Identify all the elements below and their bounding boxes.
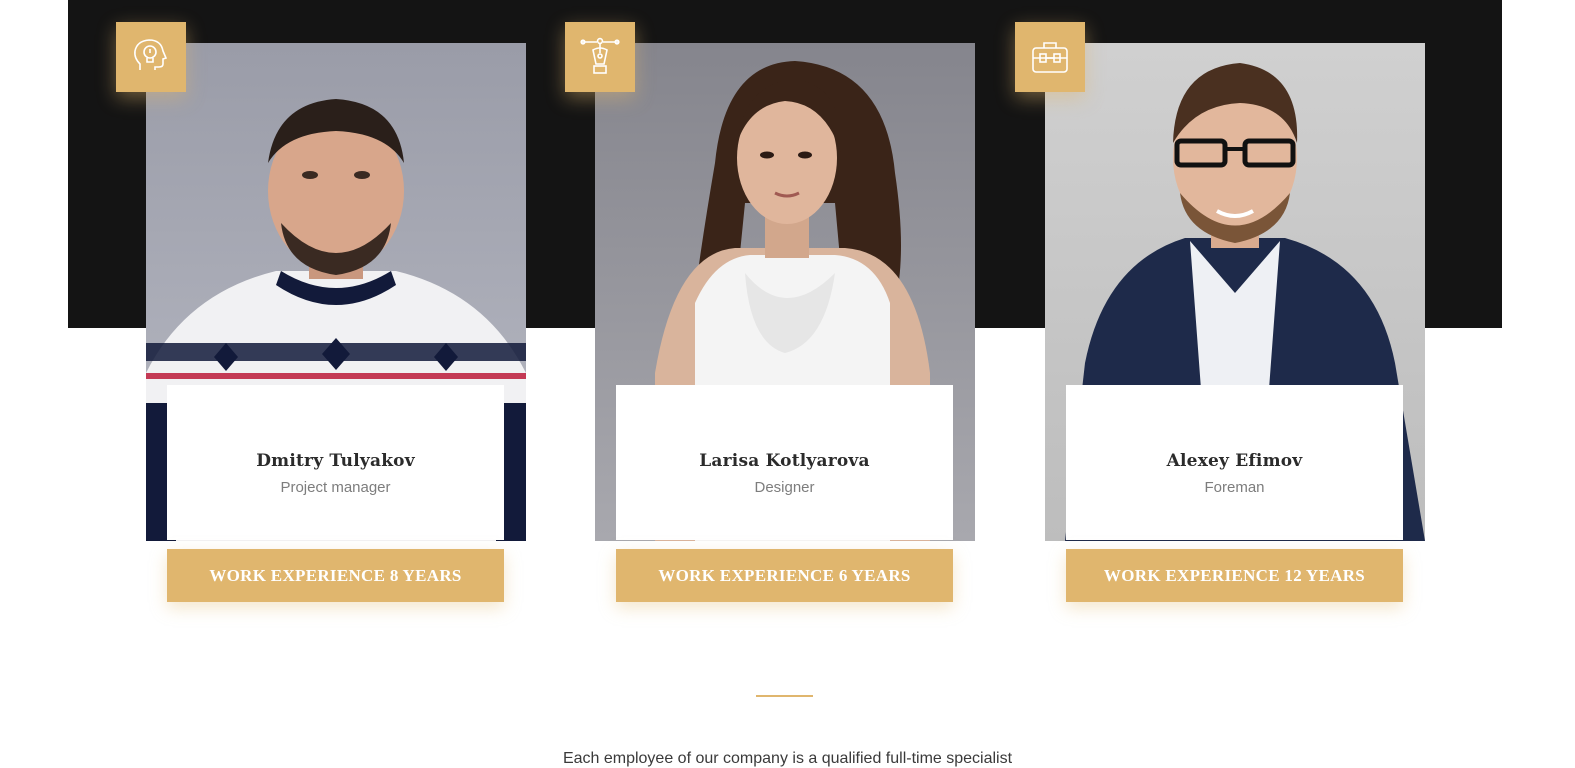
idea-head-icon [116, 22, 186, 92]
member-role: Foreman [1204, 479, 1265, 496]
member-name: Alexey Efimov [1166, 451, 1303, 471]
section-divider [756, 695, 813, 697]
team-info-panel: Alexey Efimov Foreman [1066, 385, 1403, 540]
team-card-dmitry: Dmitry Tulyakov Project manager WORK EXP… [116, 0, 526, 610]
team-info-panel: Dmitry Tulyakov Project manager [167, 385, 504, 540]
experience-button[interactable]: WORK EXPERIENCE 8 YEARS [167, 549, 504, 602]
pen-tool-icon [565, 22, 635, 92]
experience-button[interactable]: WORK EXPERIENCE 6 YEARS [616, 549, 953, 602]
section-description: Each employee of our company is a qualif… [562, 750, 1013, 767]
member-name: Dmitry Tulyakov [256, 451, 415, 471]
team-card-alexey: Alexey Efimov Foreman WORK EXPERIENCE 12… [1015, 0, 1425, 610]
team-info-panel: Larisa Kotlyarova Designer [616, 385, 953, 540]
team-card-larisa: Larisa Kotlyarova Designer WORK EXPERIEN… [565, 0, 975, 610]
member-name: Larisa Kotlyarova [699, 451, 870, 471]
member-role: Designer [754, 479, 815, 496]
member-role: Project manager [280, 479, 391, 496]
toolbox-icon [1015, 22, 1085, 92]
experience-button[interactable]: WORK EXPERIENCE 12 YEARS [1066, 549, 1403, 602]
